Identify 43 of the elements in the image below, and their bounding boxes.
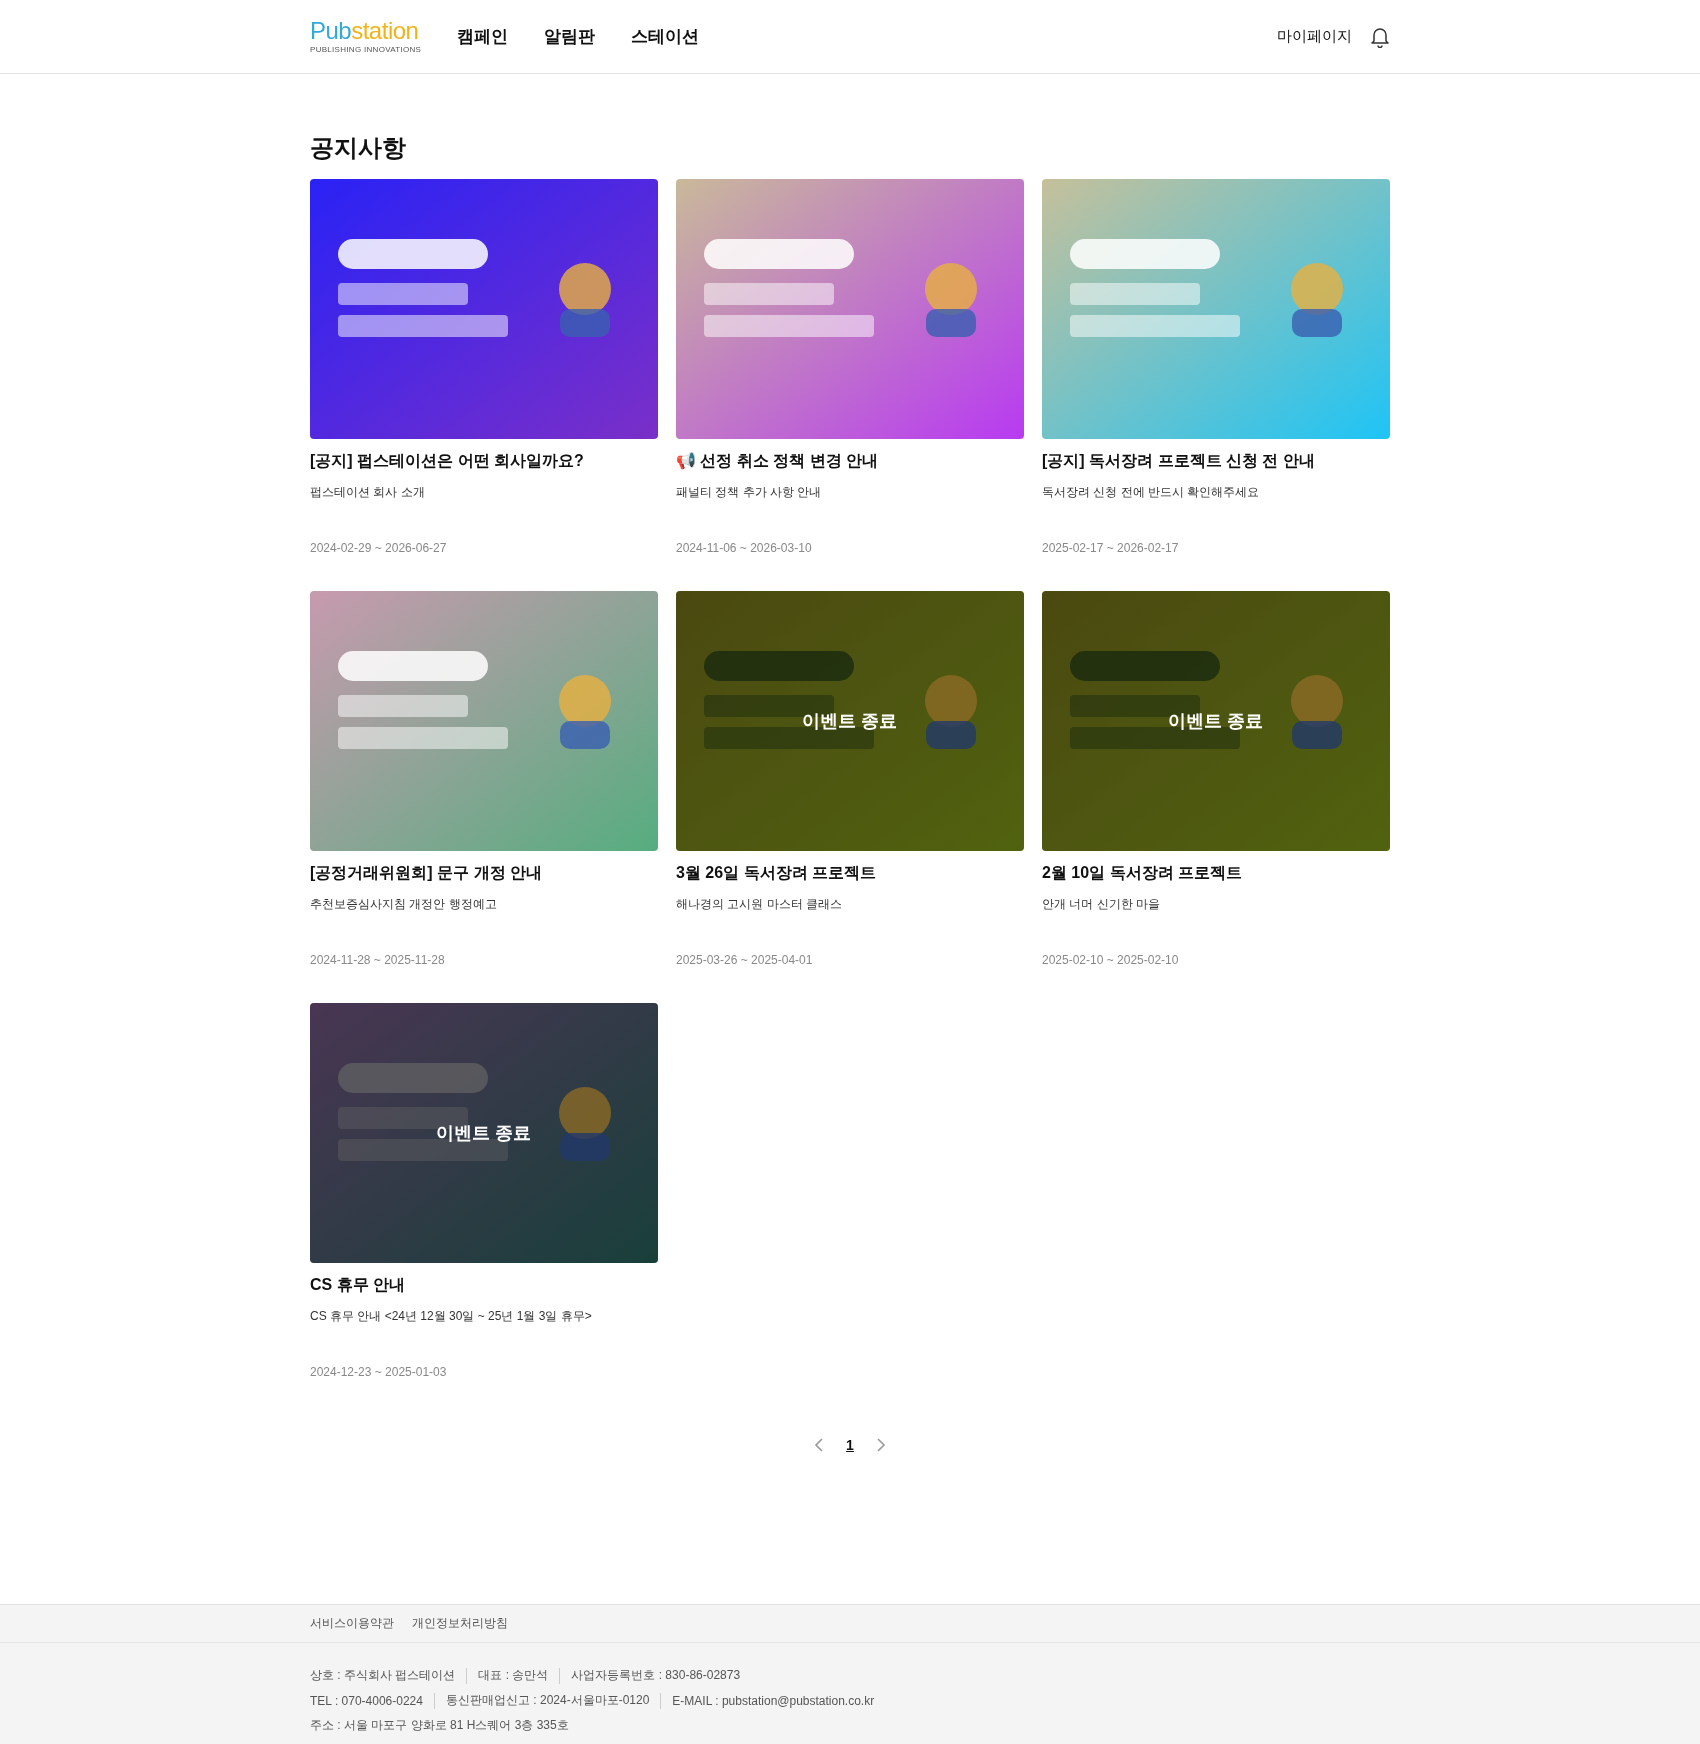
notice-summary: CS 휴무 안내 <24년 12월 30일 ~ 25년 1월 3일 휴무>	[310, 1308, 592, 1325]
company-info: 주소 : 서울 마포구 양화로 81 H스퀘어 3층 335호	[310, 1717, 569, 1734]
nav-link[interactable]: 알림판	[544, 25, 596, 48]
logo[interactable]: Pubstation PUBLISHING INNOVATIONS	[310, 19, 422, 54]
notice-title[interactable]: [공지] 펍스테이션은 어떤 회사일까요?	[310, 451, 584, 472]
footer-link[interactable]: 개인정보처리방침	[412, 1615, 508, 1632]
bell-icon[interactable]	[1370, 25, 1390, 48]
mypage-link[interactable]: 마이페이지	[1277, 27, 1352, 46]
notice-summary: 패널티 정책 추가 사항 안내	[676, 484, 822, 501]
notice-period: 2025-02-17 ~ 2026-02-17	[1042, 541, 1179, 555]
company-info: 사업자등록번호 : 830-86-02873	[571, 1667, 741, 1684]
event-ended-label: 이벤트 종료	[1168, 710, 1264, 733]
footer-link[interactable]: 서비스이용약관	[310, 1615, 394, 1632]
notice-title[interactable]: [공지] 독서장려 프로젝트 신청 전 안내	[1042, 451, 1315, 472]
nav-link[interactable]: 캠페인	[457, 25, 509, 48]
company-info: 통신판매업신고 : 2024-서울마포-0120	[445, 1692, 650, 1709]
notice-title[interactable]: 3월 26일 독서장려 프로젝트	[676, 863, 877, 884]
notice-period: 2025-02-10 ~ 2025-02-10	[1042, 953, 1179, 967]
notice-title[interactable]: 📢 선정 취소 정책 변경 안내	[676, 451, 879, 472]
company-info: TEL : 070-4006-0224	[310, 1693, 423, 1708]
company-info: 대표 : 송만석	[478, 1667, 549, 1684]
notice-period: 2024-02-29 ~ 2026-06-27	[310, 541, 447, 555]
notice-title[interactable]: CS 휴무 안내	[310, 1275, 406, 1296]
notice-summary: 안개 너머 신기한 마을	[1042, 896, 1160, 913]
page-number[interactable]: 1	[846, 1437, 854, 1453]
notice-title[interactable]: [공정거래위원회] 문구 개정 안내	[310, 863, 542, 884]
company-info: 상호 : 주식회사 펍스테이션	[310, 1667, 456, 1684]
notice-period: 2024-12-23 ~ 2025-01-03	[310, 1365, 447, 1379]
notice-period: 2024-11-28 ~ 2025-11-28	[310, 953, 445, 967]
notice-period: 2025-03-26 ~ 2025-04-01	[676, 953, 813, 967]
next-page-icon[interactable]	[875, 1437, 886, 1453]
notice-summary: 펍스테이션 회사 소개	[310, 484, 425, 501]
notice-period: 2024-11-06 ~ 2026-03-10	[676, 541, 812, 555]
event-ended-label: 이벤트 종료	[436, 1122, 532, 1145]
page-title: 공지사항	[310, 133, 407, 163]
notice-title[interactable]: 2월 10일 독서장려 프로젝트	[1042, 863, 1243, 884]
company-info: E-MAIL : pubstation@pubstation.co.kr	[672, 1693, 875, 1708]
notice-summary: 추천보증심사지침 개정안 행정예고	[310, 896, 497, 913]
notice-summary: 해나경의 고시원 마스터 클래스	[676, 896, 842, 913]
event-ended-label: 이벤트 종료	[802, 710, 898, 733]
notice-summary: 독서장려 신청 전에 반드시 확인해주세요	[1042, 484, 1260, 501]
previous-page-icon[interactable]	[814, 1437, 825, 1453]
nav-link[interactable]: 스테이션	[631, 25, 700, 48]
